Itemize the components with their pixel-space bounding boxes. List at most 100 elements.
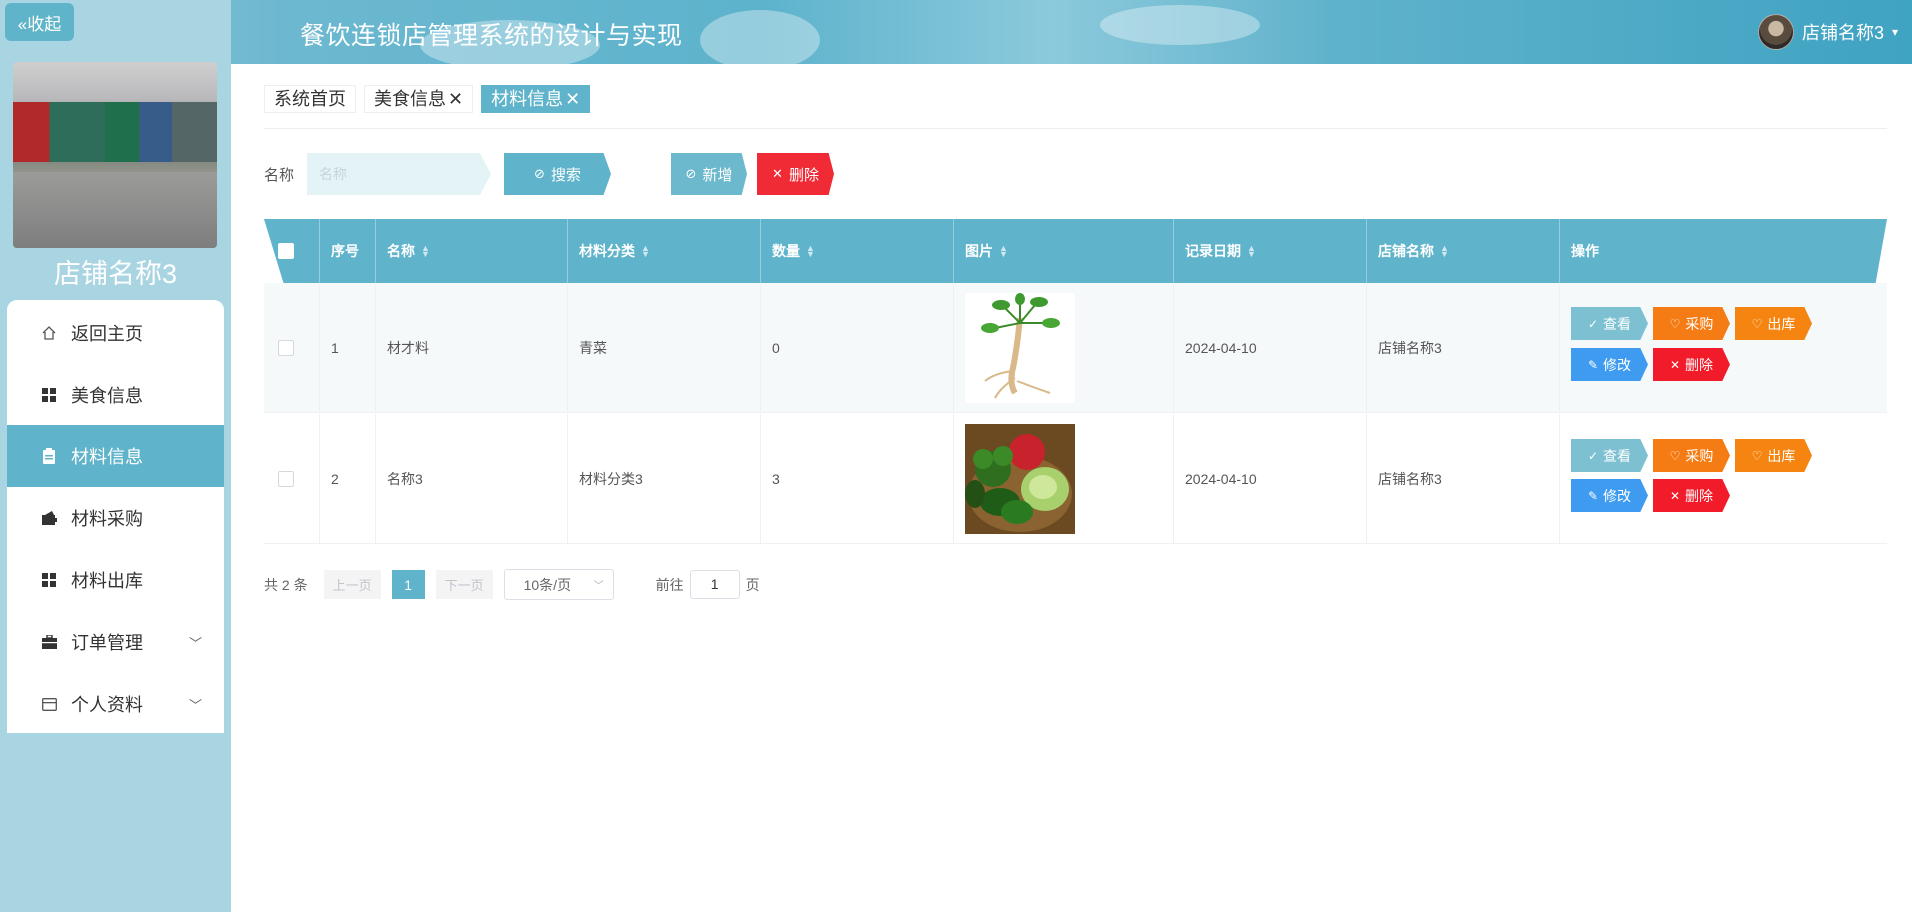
- collapse-button[interactable]: «收起: [5, 3, 74, 41]
- edit-button[interactable]: ✎ 修改: [1571, 348, 1648, 381]
- check-icon: ✓: [1587, 316, 1599, 331]
- chevron-down-icon: ﹀: [188, 635, 202, 651]
- purchase-button[interactable]: ♡ 采购: [1653, 439, 1730, 472]
- search-label: 名称: [264, 167, 295, 184]
- sidebar-item-order-management[interactable]: 订单管理 ﹀: [7, 611, 224, 673]
- tab-material-info[interactable]: 材料信息 ✕: [481, 85, 591, 113]
- sidebar-item-material-purchase[interactable]: 材料采购: [7, 487, 224, 549]
- grid-icon: [41, 387, 57, 403]
- row-checkbox[interactable]: [278, 471, 294, 487]
- close-icon: ✕: [1669, 488, 1681, 503]
- shop-photo-road: [13, 172, 217, 248]
- select-all-checkbox[interactable]: [278, 243, 294, 259]
- tab-label: 系统首页: [274, 89, 346, 109]
- add-button[interactable]: ⊘ 新增: [671, 153, 747, 195]
- header-cloud-decoration: [700, 10, 820, 70]
- cell-actions: ✓ 查看 ♡ 采购 ♡ 出库 ✎ 修改 ✕ 删除: [1559, 283, 1887, 413]
- card-icon: [41, 696, 57, 712]
- view-button[interactable]: ✓ 查看: [1571, 307, 1648, 340]
- edit-button[interactable]: ✎ 修改: [1571, 479, 1648, 512]
- tab-label: 美食信息: [374, 89, 446, 109]
- ginseng-image[interactable]: [965, 293, 1075, 403]
- vegetables-image[interactable]: [965, 424, 1075, 534]
- pagination: 共 2 条 上一页 1 下一页 10条/页 ﹀ 前往 1 页: [264, 569, 760, 600]
- row-select-cell: [264, 414, 319, 544]
- column-header[interactable]: 数量 ▲ ▼: [760, 219, 953, 283]
- check-circle-icon: ⊘: [685, 166, 697, 181]
- sidebar-item-material-outbound[interactable]: 材料出库: [7, 549, 224, 611]
- sort-icon[interactable]: ▲ ▼: [806, 244, 815, 259]
- chevron-down-icon: ﹀: [593, 581, 604, 592]
- delete-button[interactable]: ✕ 删除: [1653, 479, 1730, 512]
- app-title: 餐饮连锁店管理系统的设计与实现: [300, 22, 683, 50]
- table-row: 2 名称3 材料分类3 3 2024-04-10 店铺名称3 ✓ 查看 ♡ 采购 ♡…: [264, 414, 1887, 544]
- cell-index: 1: [319, 283, 375, 413]
- goto-page-input[interactable]: 1: [689, 570, 740, 599]
- shop-photo: [13, 62, 217, 248]
- sidebar-item-label: 美食信息: [71, 386, 143, 406]
- search-button[interactable]: ⊘ 搜索: [504, 153, 611, 195]
- outbound-button[interactable]: ♡ 出库: [1735, 307, 1812, 340]
- prev-page-button[interactable]: 上一页: [323, 570, 381, 599]
- search-input[interactable]: [307, 153, 491, 195]
- table-row: 1 材才料 青菜 0 2024-04-10 店铺名称3 ✓ 查看 ♡ 采购 ♡ 出库 …: [264, 283, 1887, 413]
- sidebar-item-label: 订单管理: [71, 633, 143, 653]
- sidebar-item-profile[interactable]: 个人资料 ﹀: [7, 673, 224, 735]
- sort-icon[interactable]: ▲ ▼: [421, 244, 430, 259]
- close-icon: ✕: [772, 166, 783, 181]
- shop-name: 店铺名称3: [53, 259, 178, 289]
- cell-category: 材料分类3: [567, 414, 760, 544]
- delete-button[interactable]: ✕ 删除: [1653, 348, 1730, 381]
- view-button[interactable]: ✓ 查看: [1571, 439, 1648, 472]
- page-size-value: 10条/页: [523, 576, 572, 593]
- sidebar-item-food-info[interactable]: 美食信息: [7, 364, 224, 426]
- sidebar-item-home[interactable]: 返回主页: [7, 302, 224, 364]
- clipboard-icon: [41, 448, 57, 464]
- column-header[interactable]: 店铺名称 ▲ ▼: [1366, 219, 1559, 283]
- batch-delete-button[interactable]: ✕ 删除: [757, 153, 834, 195]
- sort-icon[interactable]: ▲ ▼: [641, 244, 650, 259]
- sidebar-item-label: 材料信息: [71, 447, 143, 467]
- cell-name: 材才料: [375, 283, 567, 413]
- avatar: [1757, 14, 1794, 50]
- check-circle-icon: ⊘: [534, 166, 545, 181]
- sort-icon[interactable]: ▲ ▼: [1440, 244, 1449, 259]
- button-label: 搜索: [550, 166, 581, 184]
- close-icon[interactable]: ✕: [565, 89, 580, 109]
- tab-food-info[interactable]: 美食信息 ✕: [364, 85, 474, 113]
- page-number-current[interactable]: 1: [391, 570, 425, 599]
- page-unit-label: 页: [745, 576, 760, 593]
- heart-icon: ♡: [1751, 316, 1763, 331]
- sidebar-item-material-info[interactable]: 材料信息: [7, 425, 224, 487]
- cell-shop: 店铺名称3: [1366, 283, 1559, 413]
- next-page-button[interactable]: 下一页: [435, 570, 493, 599]
- cell-category: 青菜: [567, 283, 760, 413]
- sort-icon[interactable]: ▲ ▼: [1247, 244, 1256, 259]
- page-tabs: 系统首页 美食信息 ✕ 材料信息 ✕: [264, 85, 591, 113]
- row-checkbox[interactable]: [278, 340, 294, 356]
- user-menu[interactable]: 店铺名称3 ▾: [1757, 14, 1898, 50]
- button-label: 删除: [788, 166, 819, 184]
- heart-icon: ♡: [1669, 448, 1681, 463]
- sidebar-item-label: 材料采购: [71, 509, 143, 529]
- briefcase-icon: [41, 634, 57, 650]
- cell-image: [953, 283, 1173, 413]
- close-icon[interactable]: ✕: [448, 89, 463, 109]
- column-header: 序号: [319, 219, 375, 283]
- tabs-divider: [264, 128, 1887, 129]
- column-header[interactable]: 记录日期 ▲ ▼: [1173, 219, 1366, 283]
- chevron-down-icon: ▾: [1891, 25, 1898, 39]
- cell-shop: 店铺名称3: [1366, 414, 1559, 544]
- purchase-button[interactable]: ♡ 采购: [1653, 307, 1730, 340]
- outbound-button[interactable]: ♡ 出库: [1735, 439, 1812, 472]
- tab-home[interactable]: 系统首页: [264, 85, 356, 113]
- column-header[interactable]: 名称 ▲ ▼: [375, 219, 567, 283]
- column-header[interactable]: 材料分类 ▲ ▼: [567, 219, 760, 283]
- top-header: 餐饮连锁店管理系统的设计与实现 店铺名称3 ▾: [0, 0, 1912, 70]
- page-size-select[interactable]: 10条/页 ﹀: [503, 569, 614, 600]
- column-header[interactable]: 图片 ▲ ▼: [953, 219, 1173, 283]
- sidebar-item-label: 材料出库: [71, 571, 143, 591]
- cell-actions: ✓ 查看 ♡ 采购 ♡ 出库 ✎ 修改 ✕ 删除: [1559, 414, 1887, 544]
- sort-icon[interactable]: ▲ ▼: [999, 244, 1008, 259]
- home-icon: [41, 325, 57, 341]
